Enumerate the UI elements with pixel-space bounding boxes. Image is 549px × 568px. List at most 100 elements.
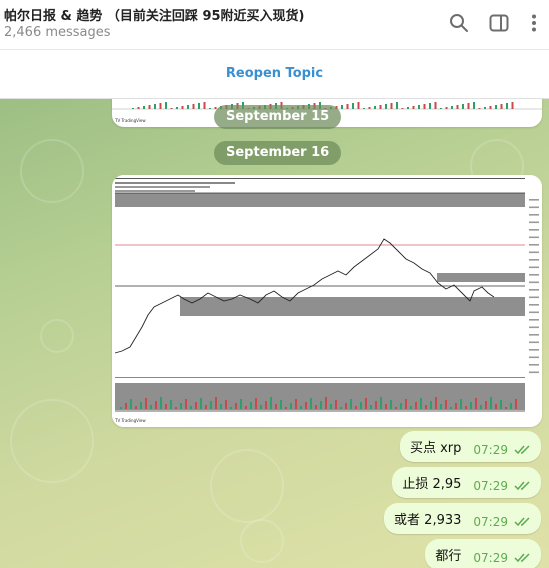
volume-bar [135, 406, 137, 409]
volume-bar [275, 404, 277, 409]
sidebar-toggle-icon[interactable] [488, 12, 510, 34]
volume-bar [506, 103, 508, 109]
volume-bar [315, 405, 317, 409]
volume-bar [423, 104, 426, 109]
volume-bar [500, 104, 503, 109]
volume-bar [260, 405, 262, 409]
volume-bar [240, 399, 242, 409]
tradingview-watermark: TV TradingView [114, 418, 146, 423]
volume-bar [265, 401, 267, 409]
volume-bar [150, 405, 152, 409]
reopen-topic-button[interactable]: Reopen Topic [0, 66, 549, 81]
volume-bar [280, 400, 282, 409]
volume-bar [120, 407, 122, 409]
volume-bar [310, 398, 312, 409]
volume-bar [420, 398, 422, 409]
chat-header: 帕尔日报 & 趋势 （目前关注回踩 95附近买入现货) 2,466 messag… [0, 0, 549, 50]
volume-bar [250, 402, 252, 409]
volume-bar [341, 105, 343, 109]
volume-bar [465, 406, 467, 409]
resistance-zone [115, 193, 525, 207]
message-bubble[interactable]: 止损 2,95 07:29 [392, 467, 541, 498]
volume-bar [418, 105, 420, 109]
volume-bar [165, 102, 167, 109]
more-vertical-icon[interactable] [523, 12, 545, 34]
volume-bar [455, 403, 457, 409]
volume-bar [456, 105, 459, 109]
search-icon[interactable] [448, 12, 470, 34]
volume-bar [205, 405, 207, 409]
volume-bar [379, 105, 382, 109]
volume-bar [489, 106, 492, 109]
volume-bar [380, 397, 382, 409]
message-time: 07:29 [473, 514, 508, 529]
volume-bar [405, 399, 407, 409]
volume-bar [385, 404, 387, 409]
chart-image[interactable]: TV TradingView [112, 175, 542, 427]
volume-bar [460, 399, 462, 409]
volume-bar [435, 397, 437, 409]
double-check-icon [514, 480, 530, 490]
message-bubble[interactable]: 都行 07:29 [425, 539, 541, 568]
volume-bar [295, 399, 297, 409]
double-check-icon [514, 552, 530, 562]
price-axis-tick [529, 334, 539, 336]
volume-bar [245, 406, 247, 409]
volume-bar [490, 397, 492, 409]
volume-bar [230, 407, 232, 409]
price-axis-tick [529, 221, 539, 224]
volume-bar [401, 108, 404, 109]
volume-bar [155, 401, 157, 409]
volume-bar [485, 401, 487, 409]
message-bubble[interactable]: 买点 xrp 07:29 [399, 431, 541, 462]
volume-bar [434, 102, 437, 109]
message-bubble[interactable]: 或者 2,933 07:29 [384, 503, 541, 534]
volume-bar [187, 105, 189, 109]
reopen-topic-bar: Reopen Topic [0, 50, 549, 99]
price-axis-tick [529, 274, 539, 276]
double-check-icon [514, 444, 530, 454]
volume-bar [209, 108, 211, 109]
volume-bar [357, 102, 360, 109]
price-axis-tick [529, 364, 539, 366]
volume-bar [190, 406, 192, 409]
volume-bar [330, 404, 332, 409]
volume-bar [300, 406, 302, 409]
volume-bar [176, 107, 178, 109]
volume-bar [290, 403, 292, 409]
volume-bar [445, 107, 448, 109]
volume-bar [170, 400, 172, 409]
background-doodle [40, 319, 74, 353]
volume-bar [198, 103, 200, 109]
volume-bar [175, 407, 177, 409]
volume-bar [425, 405, 427, 409]
volume-bar [390, 103, 393, 109]
message-text: 止损 2,95 [402, 477, 462, 492]
volume-bar [470, 402, 472, 409]
volume-bar [185, 399, 187, 409]
volume-bar [335, 400, 337, 409]
volume-bar [270, 397, 272, 409]
price-axis-tick [529, 199, 539, 201]
volume-bar [143, 106, 145, 109]
volume-bar [368, 107, 371, 109]
price-axis-tick [529, 304, 539, 306]
chat-area[interactable]: TV TradingView September 15 September 16 [0, 99, 549, 568]
background-doodle [240, 519, 284, 563]
volume-bar [495, 105, 497, 109]
volume-bar [511, 102, 514, 109]
volume-bar [430, 401, 432, 409]
volume-bar [285, 407, 287, 409]
volume-bar [148, 105, 151, 109]
volume-bar [255, 398, 257, 409]
price-axis-tick [529, 319, 539, 321]
volume-bar [352, 103, 354, 109]
price-axis-tick [529, 289, 539, 291]
price-axis-tick [529, 281, 539, 284]
volume-bar [325, 397, 327, 409]
price-axis-tick [529, 259, 539, 261]
price-axis-tick [529, 214, 539, 216]
volume-bar [410, 406, 412, 409]
volume-bar [235, 403, 237, 409]
chat-title[interactable]: 帕尔日报 & 趋势 （目前关注回踩 95附近买入现货) [4, 5, 304, 24]
